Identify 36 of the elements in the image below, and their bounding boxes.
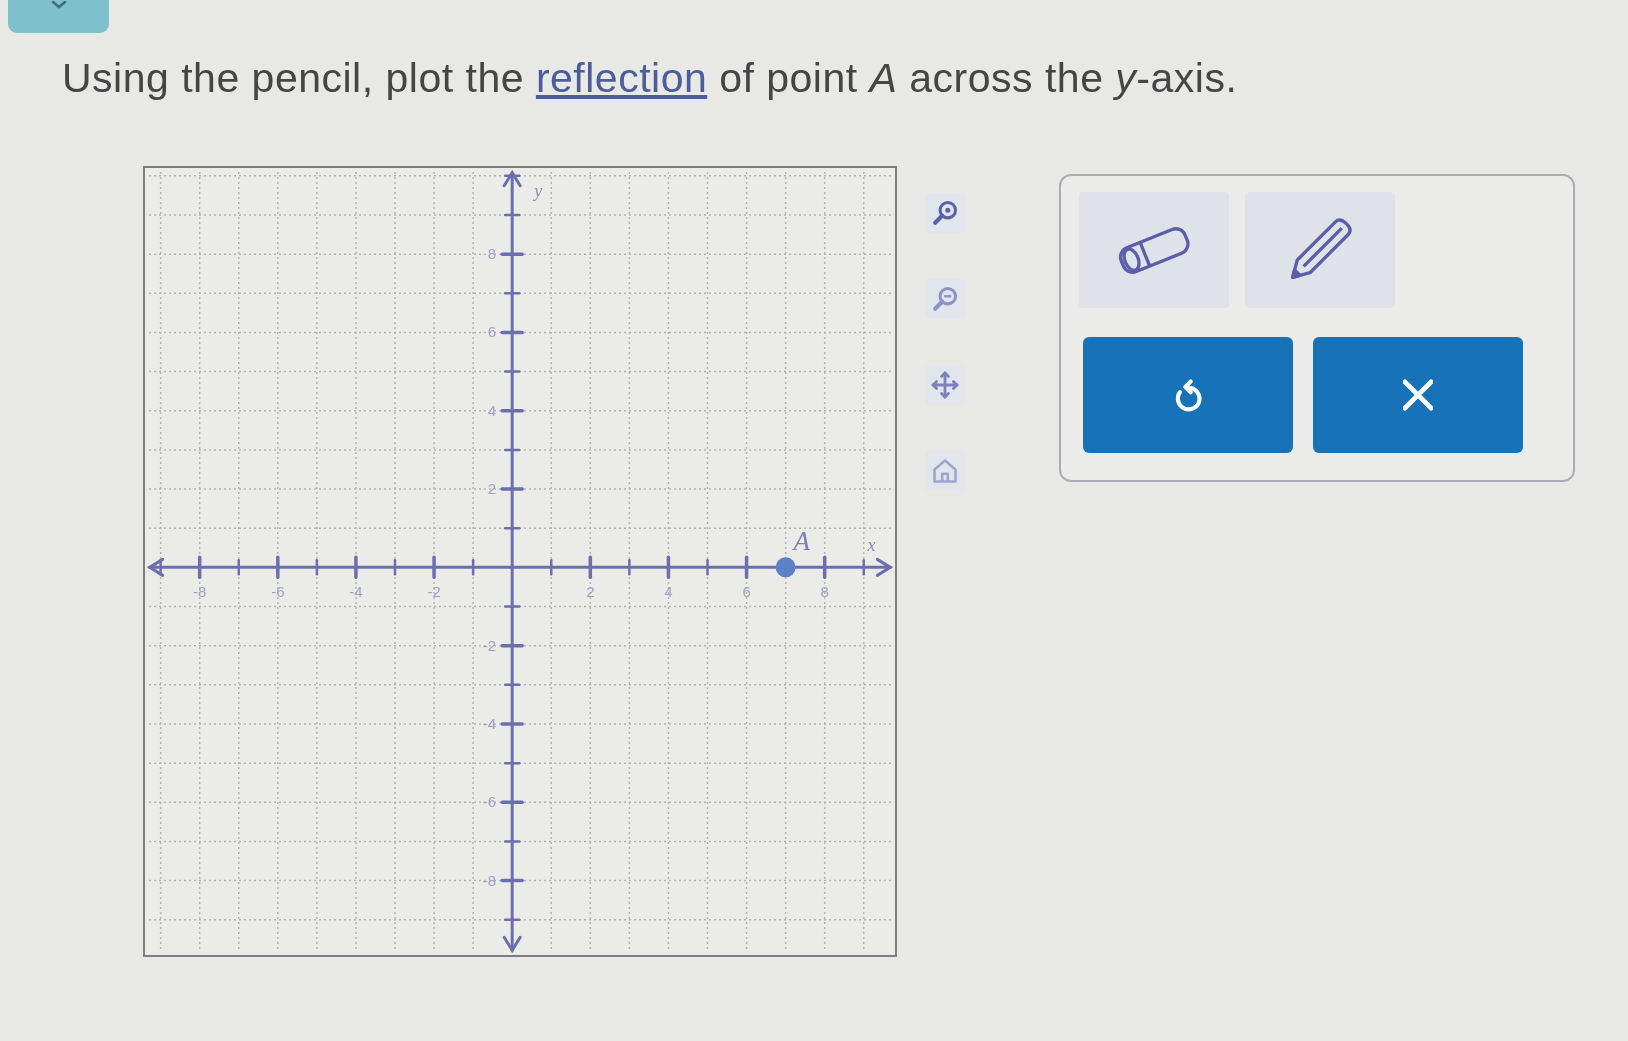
tick-label: 2	[586, 583, 595, 601]
tick-label: 4	[487, 401, 497, 419]
tick-label: 6	[487, 323, 497, 341]
zoom-out-button[interactable]	[925, 279, 965, 319]
tick-label: 8	[487, 245, 497, 263]
eraser-button[interactable]	[1079, 192, 1229, 308]
instruction-text: Using the pencil, plot the reflection of point A across the y-axis.	[62, 55, 1238, 101]
move-button[interactable]	[925, 365, 965, 405]
tick-label: 6	[742, 583, 751, 601]
tick-label: -8	[193, 583, 207, 601]
move-icon	[931, 371, 959, 399]
close-icon	[1403, 377, 1433, 413]
axis-label: y	[534, 181, 543, 202]
tick-label: -6	[271, 583, 285, 601]
axis-label: x	[867, 535, 876, 556]
tick-label: 2	[487, 480, 497, 498]
tick-label: 4	[664, 583, 673, 601]
home-icon	[931, 457, 959, 485]
point-label: A	[793, 526, 810, 557]
tick-label: -2	[482, 636, 497, 654]
undo-icon	[1173, 377, 1203, 413]
tick-label: -2	[427, 583, 441, 601]
zoom-in-button[interactable]	[925, 193, 965, 233]
coordinate-graph[interactable]: -8 -6 -4 -2 2 4 6 8 -8 -6 -4 -2 2 4 6 8 x y A	[143, 166, 897, 957]
pencil-button[interactable]	[1245, 192, 1395, 308]
tick-label: -8	[482, 871, 497, 889]
tick-label: -6	[482, 793, 497, 811]
tick-label: 8	[820, 583, 829, 601]
tick-label: -4	[482, 715, 497, 732]
point-marker[interactable]	[775, 557, 796, 578]
zoom-out-icon	[931, 285, 959, 313]
home-button[interactable]	[925, 451, 965, 491]
caret-icon	[50, 1, 67, 9]
tick-label: -4	[349, 583, 363, 601]
zoom-in-icon	[931, 199, 959, 227]
reflection-link[interactable]: reflection	[535, 55, 708, 101]
